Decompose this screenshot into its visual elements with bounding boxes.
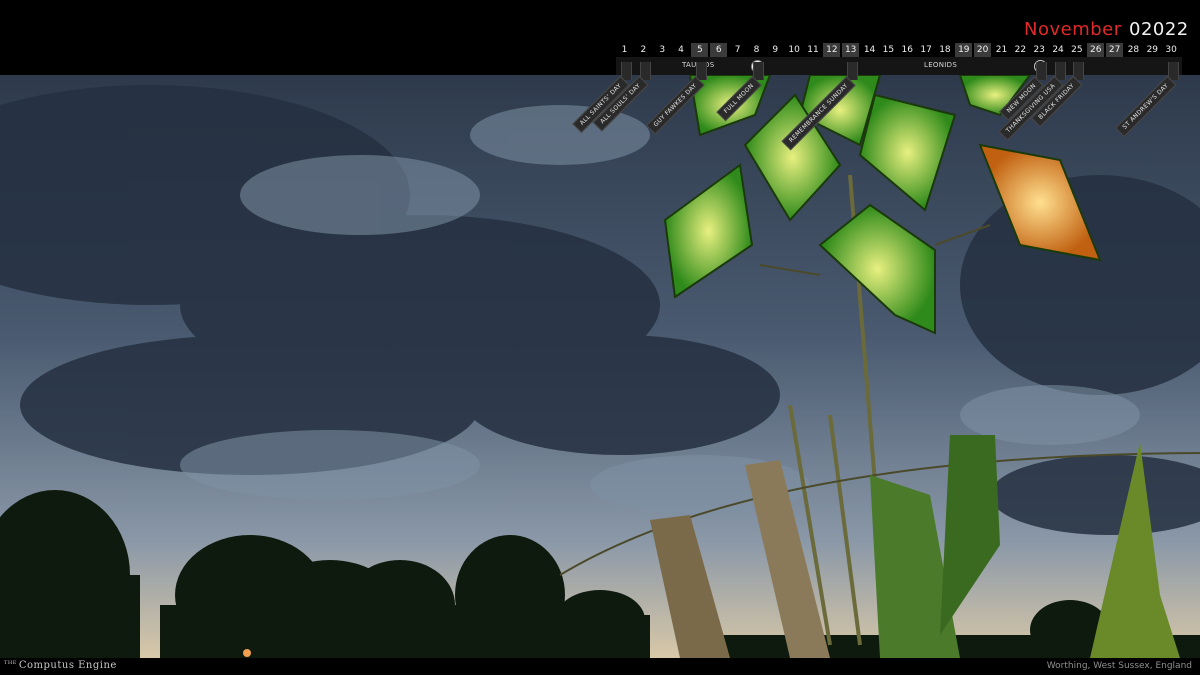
day-28: 28 (1127, 45, 1140, 55)
day-8: 8 (753, 45, 760, 55)
event-stem (1035, 62, 1047, 80)
day-16: 16 (901, 45, 913, 55)
day-10: 10 (788, 45, 800, 55)
brand-logo: THE Computus Engine (4, 660, 117, 671)
day-14: 14 (863, 45, 876, 55)
day-19: 19 (955, 43, 973, 57)
day-12: 12 (823, 43, 841, 57)
day-5: 5 (691, 43, 709, 57)
day-22: 22 (1014, 45, 1027, 55)
location-label: Worthing, West Sussex, England (1046, 661, 1192, 671)
day-4: 4 (678, 45, 684, 55)
year-label: 02022 (1129, 19, 1189, 40)
day-29: 29 (1146, 45, 1159, 55)
day-1: 1 (621, 45, 628, 55)
month-label: November (1024, 19, 1122, 40)
day-2: 2 (640, 45, 647, 55)
brand-name: Computus Engine (18, 660, 117, 671)
day-7: 7 (734, 45, 741, 55)
calendar-wallpaper: November 02022 1 2 3 4 5 6 7 8 9 10 11 12 13 14 15 16 17… (0, 0, 1200, 675)
shower-leonids: LEONIDS (924, 61, 958, 69)
day-strip: 1 2 3 4 5 6 7 8 9 10 11 12 13 14 15 16 17 18 19 20 21 22 23 24 2… (616, 43, 1182, 57)
day-21: 21 (995, 45, 1008, 55)
event-stem (621, 62, 632, 80)
day-3: 3 (659, 45, 666, 55)
footer-bar: THE Computus Engine Worthing, West Sussex… (0, 658, 1200, 675)
event-stem (696, 62, 708, 80)
day-25: 25 (1071, 45, 1083, 55)
day-27: 27 (1106, 43, 1124, 57)
day-20: 20 (974, 43, 992, 57)
day-26: 26 (1087, 43, 1105, 57)
day-9: 9 (772, 45, 779, 55)
day-23: 23 (1033, 45, 1045, 55)
day-13: 13 (842, 43, 860, 57)
background-photo (0, 75, 1200, 658)
calendar-header: November 02022 1 2 3 4 5 6 7 8 9 10 11 12 13 14 15 16 17… (0, 0, 1200, 75)
day-11: 11 (807, 45, 819, 55)
day-17: 17 (920, 45, 932, 55)
day-18: 18 (939, 45, 951, 55)
day-30: 30 (1165, 45, 1177, 55)
brand-prefix: THE (4, 660, 17, 666)
day-15: 15 (882, 45, 895, 55)
day-6: 6 (710, 43, 728, 57)
day-24: 24 (1052, 45, 1064, 55)
